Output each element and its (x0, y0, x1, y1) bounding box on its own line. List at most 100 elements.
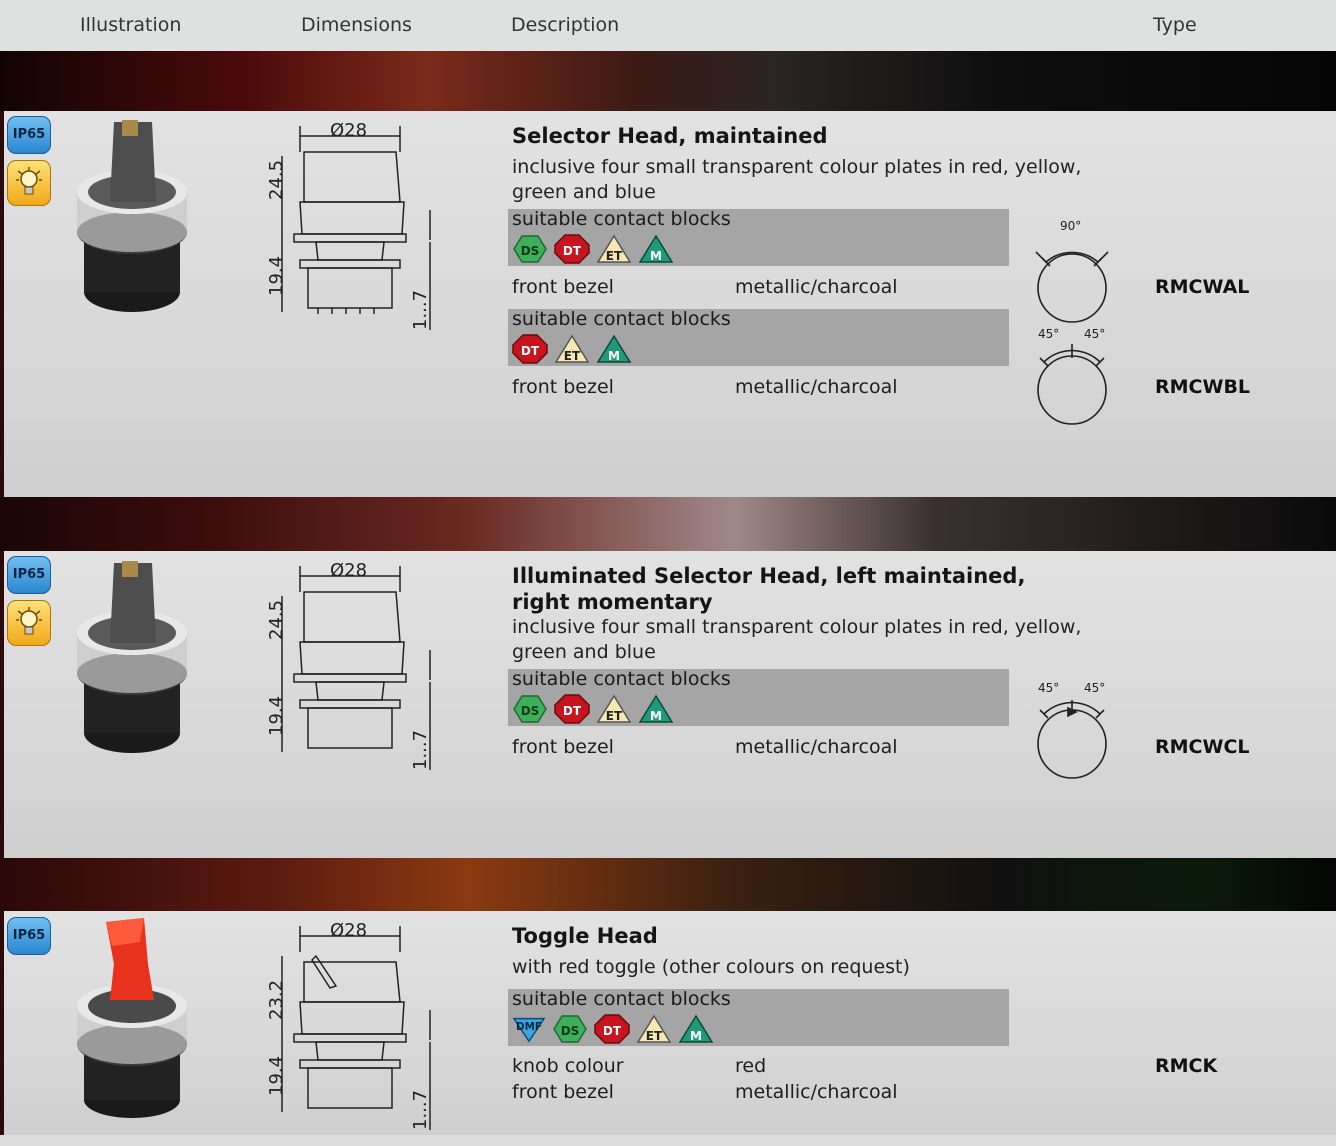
section-divider (0, 51, 1336, 111)
contact-blocks-label: suitable contact blocks (512, 308, 731, 330)
section-divider (0, 497, 1336, 551)
angle-label: 45° (1038, 681, 1059, 695)
ds-symbol-icon: DS (553, 1015, 587, 1043)
bezel-value: metallic/charcoal (735, 1081, 898, 1103)
dim-top: 23.2 (266, 980, 287, 1020)
dt-symbol-icon: DT (594, 1014, 630, 1044)
type-code: RMCK (1155, 1055, 1218, 1077)
dim-top: 24.5 (266, 160, 287, 200)
ip65-badge: IP65 (7, 556, 51, 594)
angle-label: 45° (1038, 327, 1059, 341)
contact-blocks-box: suitable contact blocks DMF DS DT ET M (508, 988, 1009, 1046)
contact-icons: DS DT ET M (512, 694, 680, 724)
toggle-head-photo (77, 918, 187, 1118)
bezel-value: metallic/charcoal (735, 736, 898, 758)
ds-symbol-icon: DS (513, 695, 547, 723)
dt-symbol-label: DT (603, 1024, 622, 1038)
knob-colour-value: red (735, 1055, 767, 1077)
product-description: inclusive four small transparent colour … (512, 616, 1082, 663)
ip65-badge: IP65 (7, 917, 51, 955)
dt-symbol-icon: DT (554, 694, 590, 724)
et-symbol-label: ET (606, 709, 623, 723)
dt-symbol-icon: DT (554, 234, 590, 264)
dim-top: 24.5 (266, 600, 287, 640)
m-symbol-icon: M (638, 234, 674, 263)
product-title: Toggle Head (512, 924, 658, 948)
contact-blocks-label: suitable contact blocks (512, 988, 731, 1010)
ds-symbol-label: DS (521, 704, 540, 718)
angle-label: 90° (1060, 219, 1081, 233)
product-description: inclusive four small transparent colour … (512, 156, 1082, 203)
switch-angle-diagram: 45° 45° (1037, 681, 1107, 779)
et-symbol-icon: ET (554, 334, 590, 363)
knob-colour-label: knob colour (512, 1055, 624, 1077)
contact-blocks-box: suitable contact blocks DS DT ET M (508, 668, 1009, 726)
dt-symbol-label: DT (563, 244, 582, 258)
dt-symbol-icon: DT (512, 334, 548, 364)
dmf-symbol-label: DMF (516, 1021, 542, 1033)
switch-angle-diagram: 90° (1035, 219, 1109, 323)
product-title: Illuminated Selector Head, left maintain… (512, 564, 1026, 588)
selector-head-photo (77, 120, 187, 312)
product-description: with red toggle (other colours on reques… (512, 956, 910, 978)
dim-bottom: 19.4 (266, 256, 287, 296)
section-divider (0, 858, 1336, 911)
et-symbol-label: ET (606, 249, 623, 263)
col-type: Type (1153, 14, 1197, 36)
col-dimensions: Dimensions (301, 14, 412, 36)
ds-symbol-label: DS (521, 244, 540, 258)
ds-symbol-label: DS (561, 1024, 580, 1038)
front-bezel-label: front bezel (512, 376, 614, 398)
illuminated-selector-photo (77, 561, 187, 753)
dim-diameter: Ø28 (330, 120, 367, 141)
dim-bottom: 19.4 (266, 1056, 287, 1096)
front-bezel-label: front bezel (512, 276, 614, 298)
front-bezel-label: front bezel (512, 1081, 614, 1103)
dimension-drawing: Ø28 24.5 19.4 1...7 (266, 120, 431, 330)
front-bezel-label: front bezel (512, 736, 614, 758)
type-code: RMCWAL (1155, 276, 1250, 298)
dim-diameter: Ø28 (330, 560, 367, 581)
et-symbol-icon: ET (596, 694, 632, 723)
m-symbol-label: M (650, 249, 662, 263)
contact-blocks-label: suitable contact blocks (512, 668, 731, 690)
et-symbol-label: ET (646, 1029, 663, 1043)
dim-bottom: 19.4 (266, 696, 287, 736)
contact-icons: DMF DS DT ET M (512, 1014, 720, 1044)
ds-symbol-icon: DS (513, 235, 547, 263)
contact-icons: DT ET M (512, 334, 638, 364)
m-symbol-label: M (650, 709, 662, 723)
bezel-value: metallic/charcoal (735, 376, 898, 398)
dt-symbol-label: DT (563, 704, 582, 718)
type-code: RMCWCL (1155, 736, 1250, 758)
dimension-drawing: Ø28 23.2 19.4 1...7 (266, 920, 431, 1130)
col-illustration: Illustration (80, 14, 182, 36)
col-description: Description (511, 14, 620, 36)
bezel-value: metallic/charcoal (735, 276, 898, 298)
m-symbol-icon: M (678, 1014, 714, 1043)
m-symbol-icon: M (596, 334, 632, 363)
m-symbol-label: M (690, 1029, 702, 1043)
type-code: RMCWBL (1155, 376, 1251, 398)
angle-label: 45° (1084, 681, 1105, 695)
dimension-drawing: Ø28 24.5 19.4 1...7 (266, 560, 431, 770)
product-title: Selector Head, maintained (512, 124, 828, 148)
contact-icons: DS DT ET M (512, 234, 680, 264)
table-header: Illustration Dimensions Description Type (0, 0, 1336, 51)
lamp-icon (7, 600, 51, 646)
contact-blocks-box: suitable contact blocks DT ET M (508, 308, 1009, 366)
m-symbol-icon: M (638, 694, 674, 723)
et-symbol-icon: ET (596, 234, 632, 263)
dim-range: 1...7 (410, 730, 431, 770)
lamp-icon (7, 160, 51, 206)
product-title-line2: right momentary (512, 590, 713, 614)
dim-diameter: Ø28 (330, 920, 367, 941)
et-symbol-label: ET (564, 349, 581, 363)
dim-range: 1...7 (410, 1090, 431, 1130)
ip65-badge: IP65 (7, 116, 51, 154)
dt-symbol-label: DT (521, 344, 540, 358)
dmf-symbol-icon: DMF (512, 1017, 546, 1043)
contact-blocks-box: suitable contact blocks DS DT ET M (508, 208, 1009, 266)
contact-blocks-label: suitable contact blocks (512, 208, 731, 230)
m-symbol-label: M (608, 349, 620, 363)
